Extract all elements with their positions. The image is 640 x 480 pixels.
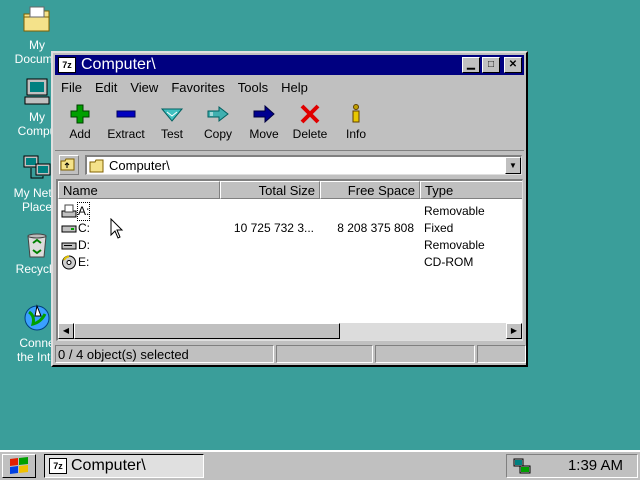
address-bar: Computer\ ▼ bbox=[55, 150, 524, 177]
network-status-icon[interactable] bbox=[513, 457, 531, 475]
mouse-cursor-icon bbox=[110, 217, 124, 240]
scroll-thumb[interactable] bbox=[74, 323, 340, 339]
table-row[interactable]: A: Removable bbox=[58, 202, 522, 221]
delete-label: Delete bbox=[292, 127, 328, 141]
up-folder-icon bbox=[60, 158, 75, 171]
drive-list[interactable]: Name Total Size Free Space Type L A: Rem… bbox=[56, 179, 523, 341]
chevron-right-icon: ▶ bbox=[510, 326, 518, 335]
drive-type: Fixed bbox=[424, 221, 454, 235]
horizontal-scrollbar[interactable]: ◀ ▶ bbox=[58, 323, 522, 340]
copy-label: Copy bbox=[203, 127, 232, 141]
copy-button[interactable]: Copy bbox=[195, 99, 241, 145]
add-button[interactable]: Add bbox=[57, 99, 103, 145]
7zip-app-icon: 7z bbox=[49, 458, 67, 474]
drive-type: Removable bbox=[424, 204, 485, 218]
folder-icon bbox=[89, 159, 104, 172]
extract-label: Extract bbox=[107, 127, 145, 141]
connect-internet-icon bbox=[21, 302, 53, 334]
scroll-right-button[interactable]: ▶ bbox=[506, 323, 522, 339]
column-total-size[interactable]: Total Size bbox=[220, 181, 320, 199]
desktop-label: My bbox=[29, 38, 45, 52]
drive-type: Removable bbox=[424, 238, 485, 252]
info-button[interactable]: Info bbox=[333, 99, 379, 145]
address-dropdown-button[interactable]: ▼ bbox=[505, 157, 521, 174]
drive-name: A: bbox=[76, 202, 91, 221]
folder-icon bbox=[21, 4, 53, 36]
maximize-icon: □ bbox=[487, 59, 495, 70]
7zip-app-icon[interactable]: 7z bbox=[58, 57, 76, 73]
status-cell bbox=[276, 345, 373, 363]
move-label: Move bbox=[249, 127, 279, 141]
maximize-button[interactable]: □ bbox=[482, 57, 500, 73]
status-selection: 0 / 4 object(s) selected bbox=[55, 345, 274, 363]
hard-drive-icon bbox=[61, 221, 77, 236]
menu-view[interactable]: View bbox=[124, 80, 165, 95]
taskbar: 7z Computer\ 1:39 AM bbox=[0, 450, 640, 480]
drive-name: C: bbox=[78, 221, 90, 235]
cdrom-drive-icon bbox=[61, 255, 77, 270]
recycle-bin-icon bbox=[21, 228, 53, 260]
minimize-button[interactable]: ▁ bbox=[462, 57, 480, 73]
move-icon bbox=[251, 103, 277, 125]
table-row[interactable]: D: Removable bbox=[58, 237, 522, 254]
drive-name: E: bbox=[78, 255, 90, 269]
window-title: Computer\ bbox=[81, 56, 156, 73]
drive-free-space: 8 208 375 808 bbox=[337, 221, 414, 235]
test-button[interactable]: Test bbox=[149, 99, 195, 145]
add-label: Add bbox=[69, 127, 91, 141]
minimize-icon: ▁ bbox=[467, 59, 475, 70]
info-icon bbox=[343, 103, 369, 125]
removable-drive-icon bbox=[61, 238, 77, 253]
close-button[interactable]: ✕ bbox=[504, 57, 522, 73]
column-free-space[interactable]: Free Space bbox=[320, 181, 420, 199]
extract-icon bbox=[113, 103, 139, 125]
test-icon bbox=[159, 103, 185, 125]
table-row[interactable]: C: 10 725 732 3... 8 208 375 808 Fixed bbox=[58, 220, 522, 237]
drive-total-size: 10 725 732 3... bbox=[233, 221, 314, 235]
menu-help[interactable]: Help bbox=[275, 80, 315, 95]
close-icon: ✕ bbox=[508, 59, 518, 70]
info-label: Info bbox=[345, 127, 366, 141]
copy-icon bbox=[205, 103, 231, 125]
menu-edit[interactable]: Edit bbox=[89, 80, 124, 95]
column-name[interactable]: Name bbox=[58, 181, 220, 199]
scroll-left-button[interactable]: ◀ bbox=[58, 323, 74, 339]
chevron-down-icon: ▼ bbox=[509, 161, 517, 170]
clock[interactable]: 1:39 AM bbox=[568, 457, 623, 474]
status-bar: 0 / 4 object(s) selected bbox=[55, 345, 526, 365]
column-header: Name Total Size Free Space Type L bbox=[58, 181, 522, 199]
add-icon bbox=[67, 103, 93, 125]
title-bar[interactable]: 7z Computer\ ▁ □ ✕ bbox=[55, 55, 524, 75]
status-cell bbox=[477, 345, 526, 363]
column-type[interactable]: Type bbox=[420, 181, 522, 199]
computer-icon bbox=[21, 76, 53, 108]
test-label: Test bbox=[160, 127, 183, 141]
status-cell bbox=[375, 345, 475, 363]
system-tray: 1:39 AM bbox=[506, 454, 638, 478]
toolbar: Add Extract Test Copy Move Delete Info bbox=[57, 99, 522, 145]
address-combobox[interactable]: Computer\ ▼ bbox=[85, 155, 522, 175]
extract-button[interactable]: Extract bbox=[103, 99, 149, 145]
windows-logo-icon bbox=[10, 457, 28, 474]
move-button[interactable]: Move bbox=[241, 99, 287, 145]
drive-type: CD-ROM bbox=[424, 255, 474, 269]
menu-tools[interactable]: Tools bbox=[232, 80, 275, 95]
delete-icon bbox=[297, 103, 323, 125]
table-row[interactable]: E: CD-ROM bbox=[58, 254, 522, 271]
address-text: Computer\ bbox=[109, 158, 170, 173]
file-manager-window[interactable]: 7z Computer\ ▁ □ ✕ File Edit View Favori… bbox=[51, 51, 528, 367]
up-folder-button[interactable] bbox=[59, 155, 79, 175]
start-button[interactable] bbox=[2, 454, 36, 478]
network-icon bbox=[21, 152, 53, 184]
drive-name: D: bbox=[78, 238, 90, 252]
taskbar-item-computer[interactable]: 7z Computer\ bbox=[44, 454, 204, 478]
delete-button[interactable]: Delete bbox=[287, 99, 333, 145]
menu-favorites[interactable]: Favorites bbox=[165, 80, 231, 95]
chevron-left-icon: ◀ bbox=[62, 326, 70, 335]
taskbar-item-label: Computer\ bbox=[71, 457, 146, 474]
menu-file[interactable]: File bbox=[55, 80, 89, 95]
floppy-drive-icon bbox=[61, 204, 77, 219]
menu-bar: File Edit View Favorites Tools Help bbox=[55, 77, 524, 97]
